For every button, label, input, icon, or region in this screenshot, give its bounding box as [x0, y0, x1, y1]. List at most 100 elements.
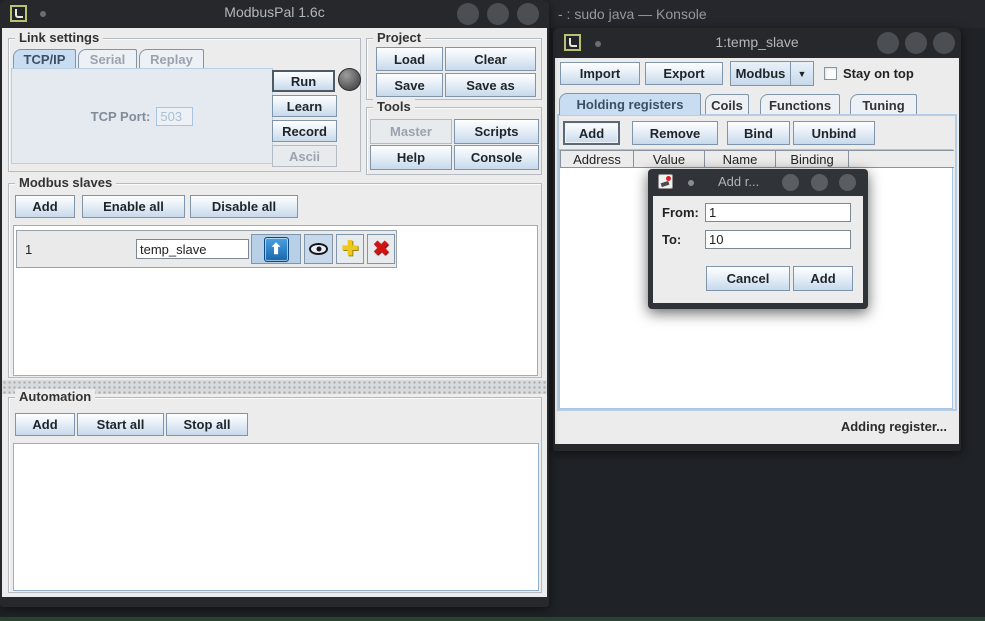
register-add-label: Add: [579, 126, 604, 141]
automation-add-label: Add: [32, 417, 57, 432]
app-icon: [10, 5, 27, 22]
slave-titlebar-dot: [595, 41, 601, 47]
learn-button[interactable]: Learn: [272, 95, 337, 117]
console-label: Console: [471, 150, 522, 165]
stop-all-button[interactable]: Stop all: [166, 413, 248, 436]
load-button[interactable]: Load: [376, 47, 443, 71]
tab-replay[interactable]: Replay: [139, 49, 204, 68]
run-label: Run: [291, 74, 316, 89]
slave-close-button[interactable]: [933, 32, 955, 54]
header-binding[interactable]: Binding: [775, 150, 849, 168]
register-remove-button[interactable]: Remove: [632, 121, 718, 145]
master-button[interactable]: Master: [370, 119, 452, 144]
tab-coils-label: Coils: [711, 98, 743, 113]
konsole-title: - : sudo java — Konsole: [558, 0, 707, 28]
slave-duplicate-button[interactable]: ✚: [336, 234, 364, 264]
tab-coils[interactable]: Coils: [705, 94, 749, 115]
run-status-led: [338, 68, 361, 91]
header-name[interactable]: Name: [704, 150, 776, 168]
dialog-app-icon: [658, 174, 673, 189]
modbuspal-window: ModbusPal 1.6c Link settings TCP/IP Seri…: [0, 0, 549, 607]
slave-eye-button[interactable]: [304, 234, 333, 264]
tab-tuning[interactable]: Tuning: [850, 94, 917, 115]
tab-serial[interactable]: Serial: [78, 49, 137, 68]
dialog-cancel-button[interactable]: Cancel: [706, 266, 790, 291]
slave-titlebar[interactable]: 1:temp_slave: [553, 28, 961, 58]
console-button[interactable]: Console: [454, 145, 539, 170]
register-add-button[interactable]: Add: [563, 121, 620, 145]
save-label: Save: [394, 78, 424, 93]
register-bind-label: Bind: [744, 126, 773, 141]
save-as-label: Save as: [466, 78, 514, 93]
record-button[interactable]: Record: [272, 120, 337, 142]
dialog-titlebar[interactable]: Add r...: [648, 169, 868, 196]
modbus-slaves-title: Modbus slaves: [15, 175, 116, 190]
mode-select[interactable]: Modbus ▼: [730, 61, 814, 86]
modbuspal-titlebar[interactable]: ModbusPal 1.6c: [0, 0, 549, 28]
help-label: Help: [397, 150, 425, 165]
slave-enable-toggle[interactable]: ⬆: [251, 234, 301, 264]
header-filler: [848, 150, 954, 168]
tools-title: Tools: [373, 99, 415, 114]
tab-functions[interactable]: Functions: [760, 94, 840, 115]
slave-id: 1: [25, 242, 32, 257]
header-address-label: Address: [573, 152, 621, 167]
ascii-button[interactable]: Ascii: [272, 145, 337, 167]
slave-maximize-button[interactable]: [905, 32, 927, 54]
register-unbind-button[interactable]: Unbind: [793, 121, 875, 145]
disable-all-label: Disable all: [212, 199, 276, 214]
automation-list: [13, 443, 539, 591]
mode-select-value: Modbus: [731, 62, 790, 85]
slave-name-input[interactable]: [136, 239, 249, 259]
slave-add-button[interactable]: Add: [15, 195, 75, 218]
header-value[interactable]: Value: [633, 150, 705, 168]
minimize-button[interactable]: [457, 3, 479, 25]
tcp-port-input[interactable]: [156, 107, 193, 126]
tcpip-tab-panel: TCP Port:: [11, 68, 273, 164]
start-all-button[interactable]: Start all: [77, 413, 164, 436]
enable-all-button[interactable]: Enable all: [82, 195, 185, 218]
clear-button[interactable]: Clear: [445, 47, 536, 71]
stay-on-top-label: Stay on top: [843, 66, 914, 81]
register-bind-button[interactable]: Bind: [727, 121, 790, 145]
eye-icon: [309, 243, 328, 255]
from-input[interactable]: [705, 203, 851, 222]
dialog-add-button[interactable]: Add: [793, 266, 853, 291]
maximize-button[interactable]: [487, 3, 509, 25]
import-label: Import: [580, 66, 620, 81]
start-all-label: Start all: [97, 417, 145, 432]
up-arrow-icon: ⬆: [264, 237, 289, 262]
slave-minimize-button[interactable]: [877, 32, 899, 54]
dialog-add-label: Add: [810, 271, 835, 286]
dialog-minimize-button[interactable]: [782, 174, 799, 191]
modbuspal-body: Link settings TCP/IP Serial Replay TCP P…: [2, 28, 547, 597]
record-label: Record: [282, 124, 327, 139]
header-address[interactable]: Address: [560, 150, 634, 168]
close-button[interactable]: [517, 3, 539, 25]
header-binding-label: Binding: [790, 152, 833, 167]
dialog-titlebar-dot: [688, 180, 694, 186]
disable-all-button[interactable]: Disable all: [190, 195, 298, 218]
dialog-maximize-button[interactable]: [811, 174, 828, 191]
save-button[interactable]: Save: [376, 73, 443, 97]
dialog-body: From: To: Cancel Add: [653, 196, 863, 303]
tab-tcpip[interactable]: TCP/IP: [13, 49, 76, 68]
slave-window-title: 1:temp_slave: [553, 34, 961, 50]
status-bar: Adding register...: [555, 413, 959, 443]
slave-delete-button[interactable]: ✖: [367, 234, 395, 264]
automation-add-button[interactable]: Add: [15, 413, 75, 436]
tab-holding-registers[interactable]: Holding registers: [559, 93, 701, 115]
master-label: Master: [390, 124, 432, 139]
stay-on-top-checkbox[interactable]: [824, 67, 837, 80]
clear-label: Clear: [474, 52, 507, 67]
save-as-button[interactable]: Save as: [445, 73, 536, 97]
import-button[interactable]: Import: [560, 62, 640, 85]
register-remove-label: Remove: [650, 126, 701, 141]
enable-all-label: Enable all: [103, 199, 164, 214]
export-button[interactable]: Export: [645, 62, 723, 85]
scripts-button[interactable]: Scripts: [454, 119, 539, 144]
dialog-close-button[interactable]: [839, 174, 856, 191]
help-button[interactable]: Help: [370, 145, 452, 170]
run-button[interactable]: Run: [272, 70, 335, 92]
to-input[interactable]: [705, 230, 851, 249]
